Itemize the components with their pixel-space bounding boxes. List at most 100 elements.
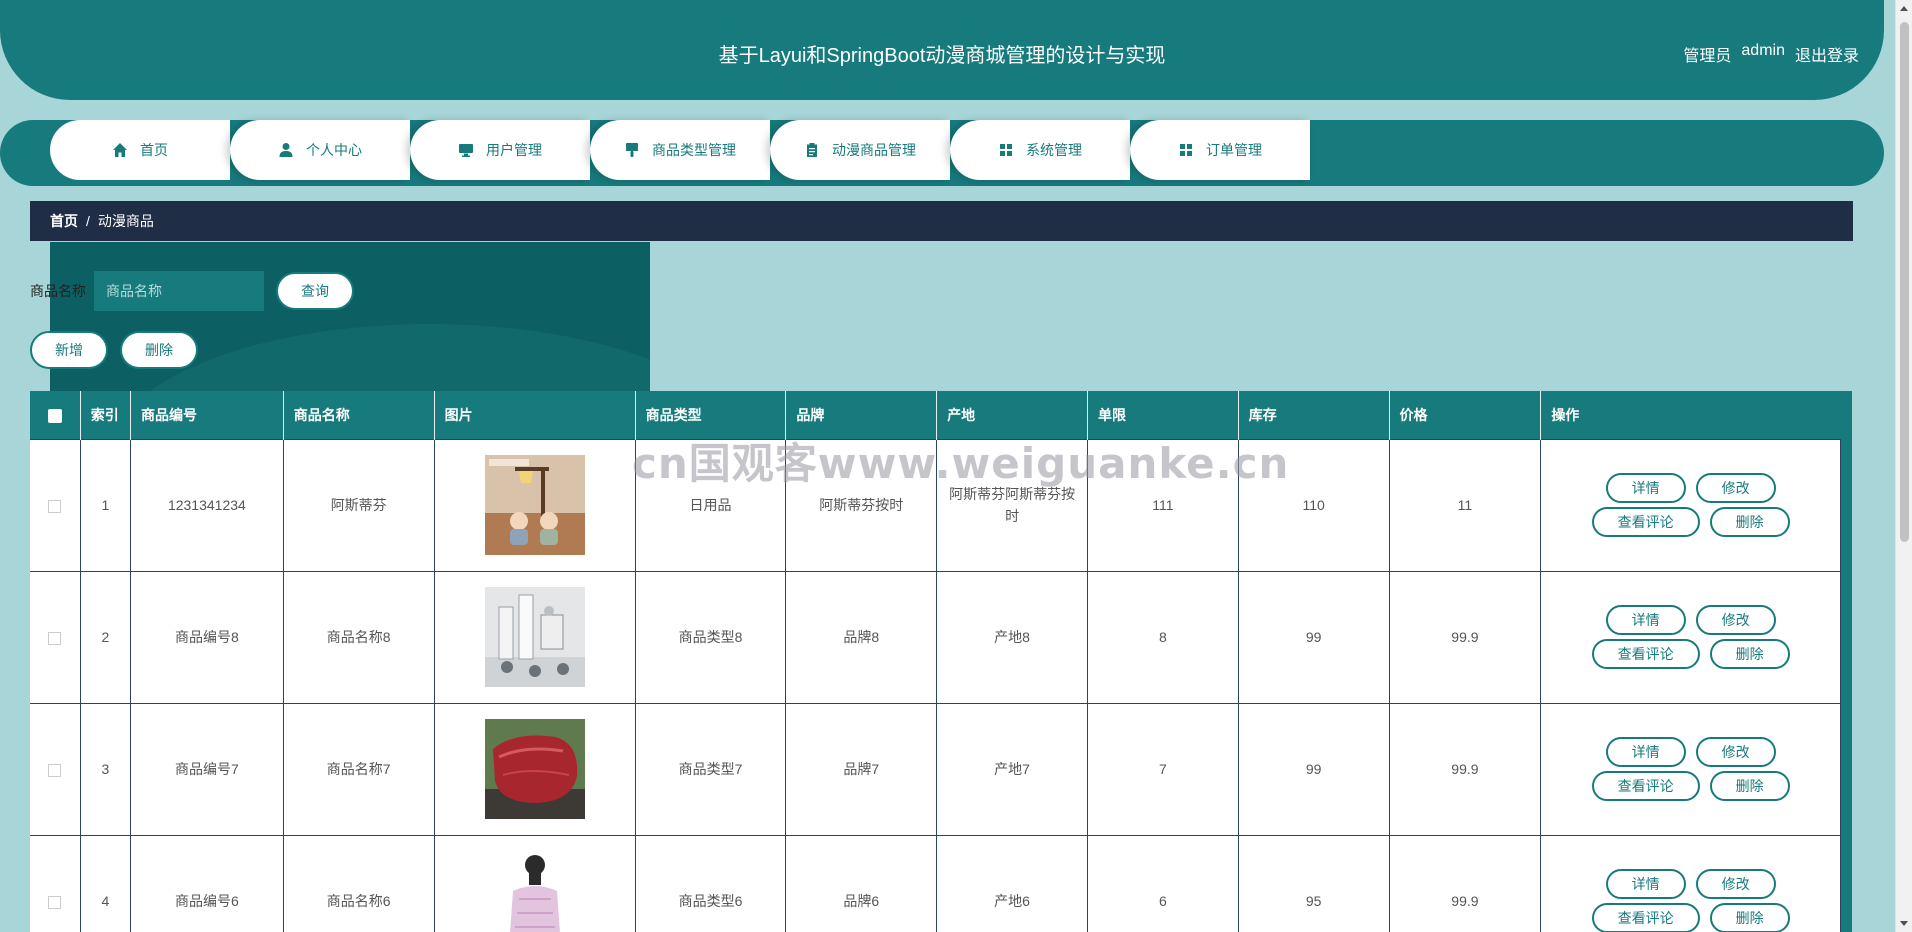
scroll-up-icon[interactable]: [1900, 6, 1908, 11]
cell-stock: 110: [1237, 438, 1390, 572]
view-comments-button[interactable]: 查看评论: [1591, 507, 1700, 537]
cell-code: 商品编号7: [130, 702, 284, 836]
query-button[interactable]: 查询: [276, 272, 354, 310]
product-table: 索引 商品编号 商品名称 图片 商品类型 品牌 产地 单限 库存 价格 操作 1…: [30, 391, 1841, 932]
cell-name: 商品名称7: [282, 702, 435, 836]
nav-item-system[interactable]: 系统管理: [950, 120, 1130, 180]
nav-item-label: 用户管理: [486, 142, 542, 158]
product-image: [484, 719, 585, 819]
delete-button[interactable]: 删除: [1709, 771, 1790, 801]
cell-index: 4: [79, 834, 132, 932]
edit-button[interactable]: 修改: [1695, 869, 1776, 899]
action-buttons: 新增 删除: [30, 331, 198, 369]
header-select-all[interactable]: [30, 391, 81, 439]
monitor-icon: [458, 142, 474, 158]
nav-item-label: 订单管理: [1206, 142, 1262, 158]
header-cell: 商品编号: [130, 391, 284, 439]
scroll-down-icon[interactable]: [1900, 921, 1908, 926]
cell-origin: 产地8: [936, 570, 1088, 704]
nav-item-orders[interactable]: 订单管理: [1130, 120, 1310, 180]
breadcrumb-home[interactable]: 首页: [50, 211, 78, 231]
cell-limit: 6: [1086, 834, 1239, 932]
cell-name: 阿斯蒂芬: [282, 438, 435, 572]
cell-origin: 产地6: [936, 834, 1088, 932]
edit-button[interactable]: 修改: [1695, 605, 1776, 635]
row-checkbox[interactable]: [48, 895, 62, 909]
row-select-cell: [30, 834, 81, 932]
nav-item-home[interactable]: 首页: [50, 120, 230, 180]
product-image: [484, 455, 585, 555]
cell-price: 11: [1388, 438, 1542, 572]
select-all-checkbox[interactable]: [47, 408, 62, 423]
nav-item-product-types[interactable]: 商品类型管理: [590, 120, 770, 180]
cell-brand: 品牌6: [785, 834, 938, 932]
user-role: 管理员: [1683, 48, 1732, 65]
nav-item-users[interactable]: 用户管理: [410, 120, 590, 180]
cell-ops: 详情 修改 查看评论 删除: [1540, 834, 1841, 932]
cell-brand: 品牌7: [785, 702, 938, 836]
nav-item-label: 系统管理: [1026, 142, 1082, 158]
user-area: 管理员 admin 退出登录: [1683, 42, 1859, 66]
cell-index: 3: [79, 702, 132, 836]
search-input[interactable]: [94, 271, 264, 311]
main-nav: 首页 个人中心 用户管理 商品类型管理 动漫商品管理 系统管理 订单管理: [0, 120, 1884, 186]
cell-image: [433, 438, 636, 572]
view-comments-button[interactable]: 查看评论: [1591, 903, 1700, 932]
detail-button[interactable]: 详情: [1605, 605, 1686, 635]
grid-icon: [998, 142, 1014, 158]
cell-stock: 99: [1237, 702, 1390, 836]
table-row: 4 商品编号6 商品名称6 商品类型6 品牌6 产地6 6 95 99.9 详情…: [30, 834, 1841, 932]
delete-button[interactable]: 删除: [1709, 507, 1790, 537]
add-button[interactable]: 新增: [30, 331, 108, 369]
cell-origin: 产地7: [936, 702, 1088, 836]
row-checkbox[interactable]: [48, 763, 62, 777]
cell-code: 商品编号6: [130, 834, 284, 932]
cell-type: 日用品: [634, 438, 787, 572]
header-cell: 商品类型: [634, 391, 786, 439]
breadcrumb-separator: /: [86, 213, 90, 229]
header-cell: 品牌: [785, 391, 937, 439]
row-checkbox[interactable]: [48, 631, 62, 645]
cell-price: 99.9: [1388, 834, 1542, 932]
breadcrumb: 首页 / 动漫商品: [30, 201, 1853, 241]
nav-item-label: 商品类型管理: [652, 142, 736, 158]
view-comments-button[interactable]: 查看评论: [1591, 771, 1700, 801]
edit-button[interactable]: 修改: [1695, 737, 1776, 767]
header-cell: 价格: [1388, 391, 1541, 439]
page-scrollbar[interactable]: [1895, 0, 1912, 932]
detail-button[interactable]: 详情: [1605, 869, 1686, 899]
delete-button[interactable]: 删除: [1709, 639, 1790, 669]
row-checkbox[interactable]: [48, 499, 62, 513]
batch-delete-button[interactable]: 删除: [120, 331, 198, 369]
table-row: 3 商品编号7 商品名称7 商品类型7 品牌7 产地7 7 99 99.9 详情…: [30, 702, 1841, 836]
table-header-row: 索引 商品编号 商品名称 图片 商品类型 品牌 产地 单限 库存 价格 操作: [30, 391, 1841, 439]
username: admin: [1741, 42, 1785, 59]
logout-link[interactable]: 退出登录: [1795, 42, 1859, 66]
nav-item-label: 动漫商品管理: [832, 142, 916, 158]
cell-ops: 详情 修改 查看评论 删除: [1540, 570, 1841, 704]
row-select-cell: [30, 438, 81, 572]
detail-button[interactable]: 详情: [1605, 473, 1686, 503]
edit-button[interactable]: 修改: [1695, 473, 1776, 503]
cell-origin: 阿斯蒂芬阿斯蒂芬按时: [936, 438, 1088, 572]
cell-code: 1231341234: [130, 438, 284, 572]
cell-type: 商品类型8: [634, 570, 787, 704]
breadcrumb-current: 动漫商品: [97, 213, 154, 229]
header-cell: 操作: [1540, 391, 1841, 439]
brush-icon: [624, 142, 640, 158]
delete-button[interactable]: 删除: [1709, 903, 1790, 932]
origin-text: 阿斯蒂芬阿斯蒂芬按时: [949, 486, 1076, 524]
row-select-cell: [30, 702, 81, 836]
nav-item-label: 个人中心: [306, 142, 362, 158]
view-comments-button[interactable]: 查看评论: [1591, 639, 1700, 669]
nav-item-profile[interactable]: 个人中心: [230, 120, 410, 180]
product-image: [484, 587, 585, 687]
scrollbar-thumb[interactable]: [1900, 22, 1909, 542]
detail-button[interactable]: 详情: [1605, 737, 1686, 767]
cell-stock: 99: [1237, 570, 1390, 704]
cell-ops: 详情 修改 查看评论 删除: [1540, 438, 1841, 572]
nav-item-anime-products[interactable]: 动漫商品管理: [770, 120, 950, 180]
user-icon: [278, 142, 294, 158]
cell-image: [433, 834, 636, 932]
cell-name: 商品名称6: [282, 834, 435, 932]
